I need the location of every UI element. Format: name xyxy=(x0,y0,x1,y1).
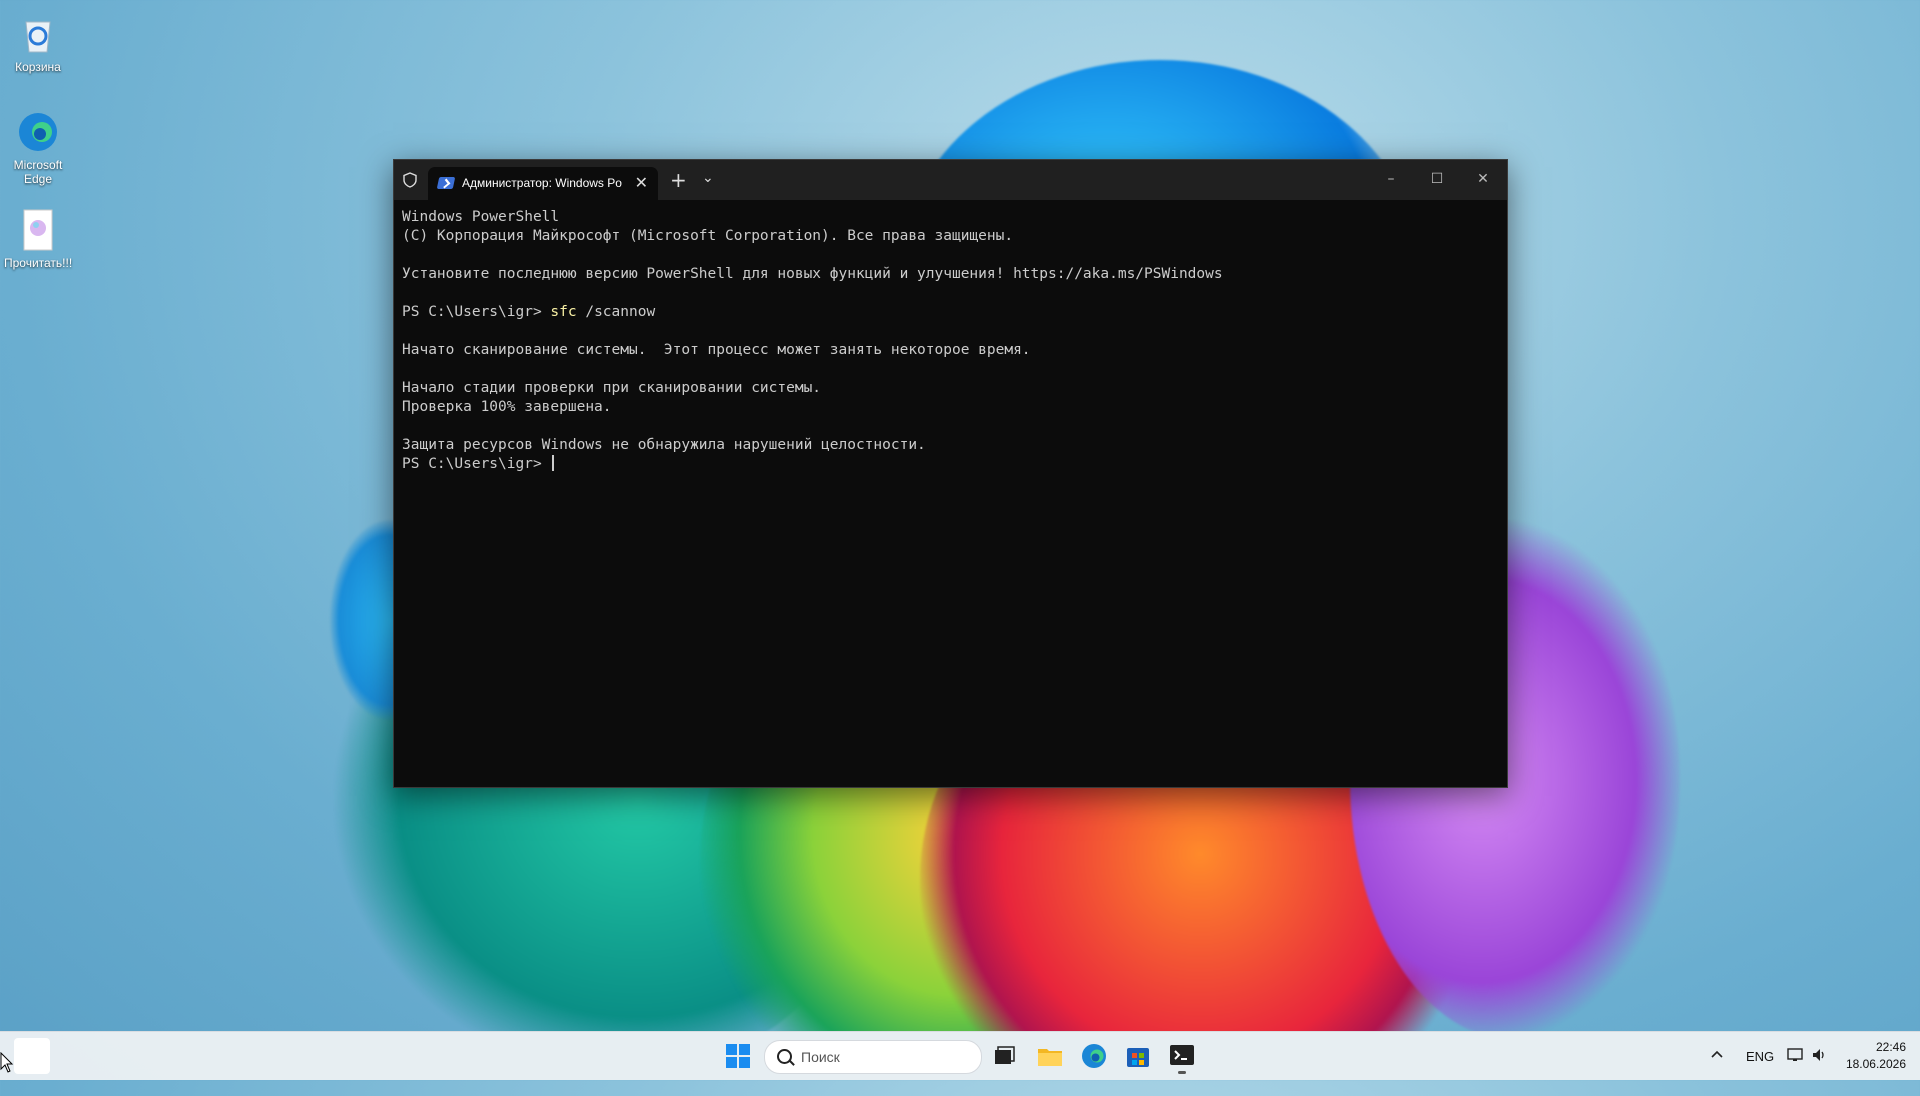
recycle-bin-icon xyxy=(16,12,60,56)
clock[interactable]: 22:46 18.06.2026 xyxy=(1846,1039,1906,1073)
volume-icon[interactable] xyxy=(1810,1046,1828,1069)
desktop-icon-label: Корзина xyxy=(15,60,61,74)
maximize-button[interactable]: ☐ xyxy=(1415,166,1459,192)
terminal-output[interactable]: Windows PowerShell (C) Корпорация Майкрос… xyxy=(402,208,1499,779)
search-box[interactable] xyxy=(764,1040,982,1074)
tab-powershell[interactable]: Администратор: Windows Po ✕ xyxy=(428,167,658,200)
mouse-pointer-icon xyxy=(0,1051,14,1078)
clock-date: 18.06.2026 xyxy=(1845,1057,1906,1071)
terminal-line: Защита ресурсов Windows не обнаружила на… xyxy=(402,437,926,453)
taskbar: ENG 22:46 18.06.2026 xyxy=(0,1031,1920,1080)
terminal-window[interactable]: Администратор: Windows Po ✕ + ⌄ – ☐ ✕ Wi… xyxy=(393,159,1508,788)
terminal-titlebar[interactable]: Администратор: Windows Po ✕ + ⌄ – ☐ ✕ xyxy=(394,160,1507,200)
minimize-button[interactable]: – xyxy=(1369,166,1413,192)
task-view-icon[interactable] xyxy=(990,1042,1018,1070)
command-args: /scannow xyxy=(576,304,656,320)
desktop-icon-label: Microsoft Edge xyxy=(13,158,63,186)
language-indicator[interactable]: ENG xyxy=(1746,1049,1774,1064)
chevron-down-icon[interactable]: ⌄ xyxy=(702,170,714,186)
start-icon[interactable] xyxy=(724,1042,752,1070)
edge-icon[interactable] xyxy=(1080,1042,1108,1070)
admin-shield-icon xyxy=(402,172,418,188)
new-tab-button[interactable]: + xyxy=(670,168,687,192)
terminal-line: PS C:\Users\igr> sfc /scannow xyxy=(402,303,1499,322)
prompt: PS C:\Users\igr> xyxy=(402,456,551,472)
search-icon xyxy=(777,1049,792,1064)
search-input[interactable] xyxy=(799,1047,973,1067)
desktop-icon-label: Прочитать!!! xyxy=(4,256,73,270)
tab-title: Администратор: Windows Po xyxy=(462,176,622,190)
store-icon[interactable] xyxy=(1124,1042,1152,1070)
terminal-line: Windows PowerShell xyxy=(402,209,560,225)
prompt: PS C:\Users\igr> xyxy=(402,304,551,320)
terminal-line: Начато сканирование системы. Этот процес… xyxy=(402,342,1031,358)
terminal-line: Проверка 100% завершена. xyxy=(402,399,612,415)
terminal-line: (C) Корпорация Майкрософт (Microsoft Cor… xyxy=(402,228,1014,244)
network-icon[interactable] xyxy=(1786,1046,1804,1069)
text-cursor xyxy=(552,455,555,471)
desktop-icon-recycle-bin[interactable]: Корзина xyxy=(4,6,72,74)
clock-time: 22:46 xyxy=(1875,1040,1906,1054)
terminal-line: PS C:\Users\igr> xyxy=(402,455,1499,474)
desktop-icon-edge[interactable]: Microsoft Edge xyxy=(4,104,72,186)
tab-close-icon[interactable]: ✕ xyxy=(635,173,648,192)
widgets-button[interactable] xyxy=(14,1038,50,1074)
terminal-line: Установите последнюю версию PowerShell д… xyxy=(402,266,1223,282)
edge-icon xyxy=(16,110,60,154)
powershell-icon xyxy=(436,177,456,189)
show-hidden-icons-chevron-up-icon[interactable] xyxy=(1710,1048,1724,1096)
terminal-icon[interactable] xyxy=(1168,1042,1196,1074)
command: sfc xyxy=(550,304,577,320)
document-icon xyxy=(16,208,60,252)
close-button[interactable]: ✕ xyxy=(1461,166,1505,192)
desktop-icon-readme[interactable]: Прочитать!!! xyxy=(4,202,72,270)
file-explorer-icon[interactable] xyxy=(1036,1042,1064,1070)
terminal-line: Начало стадии проверки при сканировании … xyxy=(402,380,822,396)
